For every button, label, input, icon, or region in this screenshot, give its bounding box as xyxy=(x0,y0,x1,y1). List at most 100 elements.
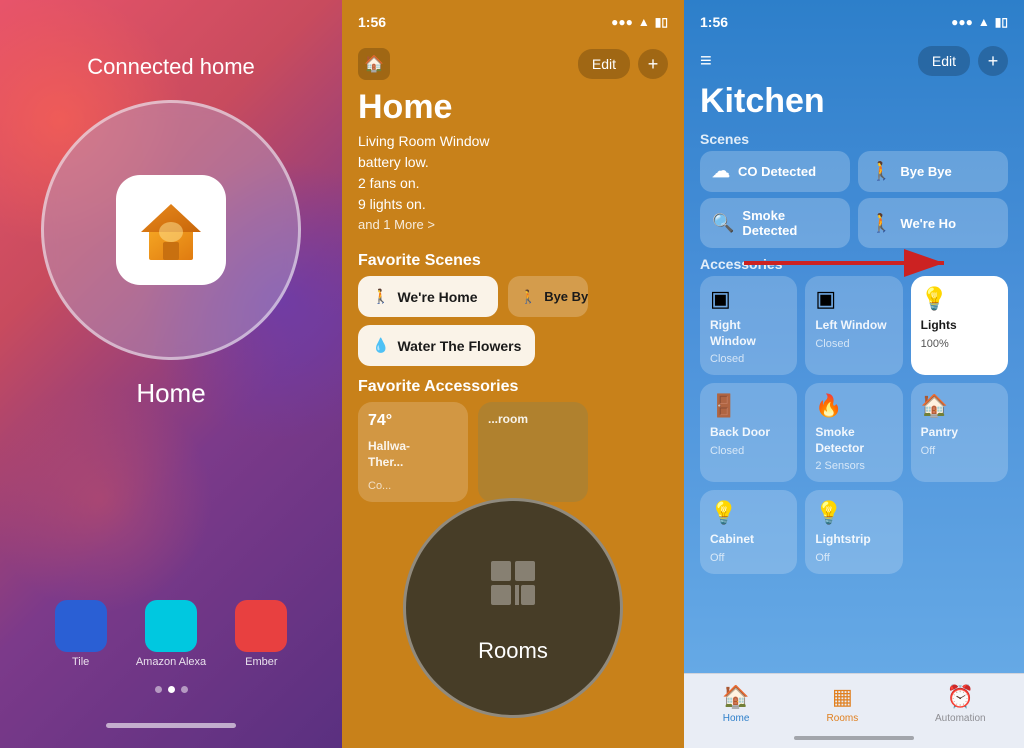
tab-rooms-icon: ▦ xyxy=(832,684,853,710)
p2-header-actions: Edit + xyxy=(578,49,668,79)
add-button-panel2[interactable]: + xyxy=(638,49,668,79)
smoke-detector-icon: 🔥 xyxy=(815,393,842,419)
co-detected-scene[interactable]: ☁ CO Detected xyxy=(700,151,850,192)
tab-rooms-label: Rooms xyxy=(827,713,859,724)
edit-button-panel2[interactable]: Edit xyxy=(578,49,630,79)
favorite-scenes-row2: 💧 Water The Flowers xyxy=(342,317,684,366)
status-time-panel2: 1:56 xyxy=(358,14,386,30)
smoke-detected-scene[interactable]: 🔍 Smoke Detected xyxy=(700,198,850,248)
alexa-app-icon xyxy=(145,600,197,652)
status-bar-panel3: 1:56 ●●● ▲ ▮▯ xyxy=(684,0,1024,44)
bye-bye-icon-p3: 🚶 xyxy=(870,161,892,182)
bottom-apps-row: Tile Amazon Alexa Ember xyxy=(0,600,342,668)
p3-signal-icon: ●●● xyxy=(951,15,973,29)
panel2-title: Home xyxy=(342,80,684,131)
subtitle-line4: 9 lights on. xyxy=(358,196,426,212)
panel2-nav-header: 🏠 Edit + xyxy=(342,44,684,80)
rooms-circle-overlay[interactable]: Rooms xyxy=(403,498,623,718)
dot-2 xyxy=(168,686,175,693)
tab-rooms[interactable]: ▦ Rooms xyxy=(827,684,859,724)
smoke-detector-sub: 2 Sensors xyxy=(815,460,865,472)
thermostat-name: Hallwa-Ther... xyxy=(368,439,458,470)
bottom-app-ember[interactable]: Ember xyxy=(235,600,287,668)
tab-automation-label: Automation xyxy=(935,713,986,724)
right-window-sub: Closed xyxy=(710,353,744,365)
scenes-row1: ☁ CO Detected 🚶 Bye Bye xyxy=(684,151,1024,192)
battery-icon: ▮▯ xyxy=(655,15,668,29)
lights-icon: 💡 xyxy=(921,286,948,312)
status-bar-panel2: 1:56 ●●● ▲ ▮▯ xyxy=(342,0,684,44)
acc-pantry[interactable]: 🏠 Pantry Off xyxy=(911,383,1008,482)
bottom-app-tile[interactable]: Tile xyxy=(55,600,107,668)
favorite-scenes-row1: 🚶 We're Home 🚶 Bye Bye xyxy=(342,276,684,317)
p3-home-indicator xyxy=(794,736,914,740)
smoke-icon: 🔍 xyxy=(712,213,734,234)
panel-home-app: 1:56 ●●● ▲ ▮▯ 🏠 Edit + Home Living Room … xyxy=(342,0,684,748)
p3-wifi-icon: ▲ xyxy=(978,15,990,29)
acc-lights[interactable]: 💡 Lights 100% xyxy=(911,276,1008,375)
scene-were-home[interactable]: 🚶 We're Home xyxy=(358,276,498,317)
p3-header-actions: Edit + xyxy=(918,46,1008,76)
bye-bye-label-p3: Bye Bye xyxy=(900,164,951,179)
scene-bye-bye-partial[interactable]: 🚶 Bye Bye xyxy=(508,276,588,317)
home-app-icon[interactable] xyxy=(116,175,226,285)
tile-app-icon xyxy=(55,600,107,652)
acc-left-window[interactable]: ▣ Left Window Closed xyxy=(805,276,902,375)
dot-1 xyxy=(155,686,162,693)
window-icon-2: ▣ xyxy=(815,286,836,312)
tab-bar: 🏠 Home ▦ Rooms ⏰ Automation xyxy=(684,673,1024,748)
subtitle-line1: Living Room Window xyxy=(358,133,490,149)
rooms-icon xyxy=(483,553,543,626)
back-door-name: Back Door xyxy=(710,425,770,441)
house-small-icon: 🏠 xyxy=(364,54,384,74)
pantry-name: Pantry xyxy=(921,425,958,441)
panel3-title: Kitchen xyxy=(684,76,1024,125)
bottom-app-alexa[interactable]: Amazon Alexa xyxy=(136,600,206,668)
alexa-app-label: Amazon Alexa xyxy=(136,656,206,668)
tab-home[interactable]: 🏠 Home xyxy=(722,684,749,724)
lightstrip-sub: Off xyxy=(815,552,829,564)
acc-smoke-detector[interactable]: 🔥 Smoke Detector 2 Sensors xyxy=(805,383,902,482)
wifi-icon: ▲ xyxy=(638,15,650,29)
water-flowers-icon: 💧 xyxy=(372,337,389,354)
rooms-svg-icon xyxy=(483,553,543,613)
subtitle-line2: battery low. xyxy=(358,154,429,170)
scene-bye-bye-label: Bye Bye xyxy=(544,289,588,304)
status-bar-panel1 xyxy=(0,0,342,44)
panel2-more-link[interactable]: and 1 More > xyxy=(342,215,684,244)
connected-home-label: Connected home xyxy=(87,54,255,80)
p2-home-nav-icon[interactable]: 🏠 xyxy=(358,48,390,80)
hamburger-menu-icon[interactable]: ≡ xyxy=(700,50,712,73)
thermostat-temp: 74° xyxy=(368,412,458,430)
acc-tile-thermostat[interactable]: 74° Hallwa-Ther... Co... xyxy=(358,402,468,502)
favorite-scenes-label: Favorite Scenes xyxy=(342,244,684,276)
acc-tile-room[interactable]: ...room xyxy=(478,402,588,502)
acc-cabinet[interactable]: 💡 Cabinet Off xyxy=(700,490,797,574)
add-button-panel3[interactable]: + xyxy=(978,46,1008,76)
status-time-panel3: 1:56 xyxy=(700,14,728,30)
cabinet-name: Cabinet xyxy=(710,532,754,548)
acc-lightstrip[interactable]: 💡 Lightstrip Off xyxy=(805,490,902,574)
were-home-scene[interactable]: 🚶 We're Ho xyxy=(858,198,1008,248)
cabinet-sub: Off xyxy=(710,552,724,564)
scene-water-flowers[interactable]: 💧 Water The Flowers xyxy=(358,325,535,366)
accessories-row: 74° Hallwa-Ther... Co... ...room xyxy=(342,402,684,502)
home-app-label: Home xyxy=(136,378,205,409)
right-window-name: Right Window xyxy=(710,318,787,349)
scene-water-flowers-label: Water The Flowers xyxy=(397,338,521,354)
scenes-row2: 🔍 Smoke Detected 🚶 We're Ho xyxy=(684,192,1024,248)
bye-bye-scene[interactable]: 🚶 Bye Bye xyxy=(858,151,1008,192)
smoke-detected-label: Smoke Detected xyxy=(742,208,838,238)
lightstrip-icon: 💡 xyxy=(815,500,842,526)
co-detected-label: CO Detected xyxy=(738,164,816,179)
tab-automation[interactable]: ⏰ Automation xyxy=(935,684,986,724)
home-app-circle[interactable] xyxy=(41,100,301,360)
thermostat-sub: Co... xyxy=(368,480,458,492)
acc-right-window[interactable]: ▣ Right Window Closed xyxy=(700,276,797,375)
edit-button-panel3[interactable]: Edit xyxy=(918,46,970,76)
p3-battery-icon: ▮▯ xyxy=(995,15,1008,29)
co-icon: ☁ xyxy=(712,161,730,182)
tile-app-label: Tile xyxy=(72,656,89,668)
window-icon-1: ▣ xyxy=(710,286,731,312)
acc-back-door[interactable]: 🚪 Back Door Closed xyxy=(700,383,797,482)
